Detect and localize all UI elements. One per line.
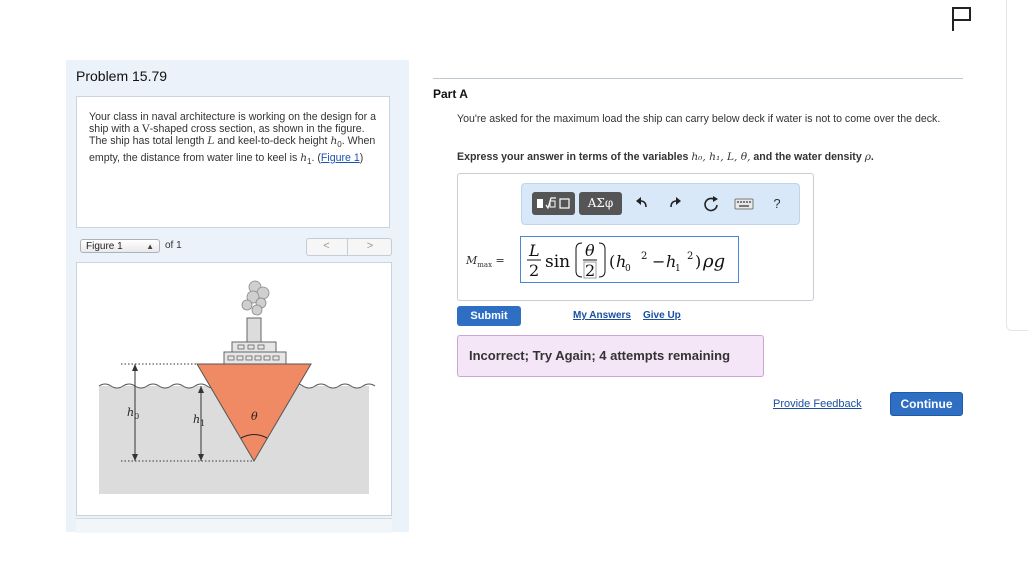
figure-link[interactable]: Figure 1 (321, 152, 360, 164)
instruction-text: Express your answer in terms of the vari… (457, 151, 874, 163)
feedback-message: Incorrect; Try Again; 4 attempts remaini… (457, 335, 764, 377)
select-arrows-icon: ▲ (146, 242, 154, 251)
figure-prev-button[interactable]: < (306, 238, 348, 256)
expr-rho-g: ρg (702, 251, 725, 272)
continue-button[interactable]: Continue (890, 392, 963, 416)
problem-statement: Your class in naval architecture is work… (76, 96, 390, 228)
figure-count: of 1 (165, 240, 182, 251)
answer-label-var: M (466, 254, 478, 267)
answer-label-eq: = (492, 254, 505, 267)
part-title: Part A (433, 87, 468, 101)
instruction-vars: h₀, h₁, L, θ, (691, 151, 751, 163)
h0-label-var: h (127, 406, 134, 419)
figure-footer (76, 518, 392, 533)
expr-h0-sub: 0 (625, 264, 631, 274)
help-button[interactable]: ? (766, 192, 788, 215)
expr-h1-sq: 2 (687, 251, 693, 262)
h1-label-sub: 1 (200, 419, 205, 428)
divider (433, 78, 963, 79)
templates-icon (537, 197, 570, 210)
h0-label-sub: 0 (134, 412, 139, 421)
expr-h0-sq: 2 (641, 251, 647, 262)
templates-button[interactable] (532, 192, 575, 215)
var-v: V (142, 123, 150, 136)
submit-button[interactable]: Submit (457, 306, 521, 326)
answer-label-sub: max (477, 261, 493, 270)
my-answers-link[interactable]: My Answers (573, 310, 631, 321)
figure-select-value: Figure 1 (86, 241, 123, 252)
answer-input[interactable]: L 2 sin θ 2 ( h 0 2 − h 1 2 ) ρg (520, 236, 739, 283)
instruction-prefix: Express your answer in terms of the vari… (457, 151, 692, 163)
scrollbar-track[interactable] (1006, 0, 1028, 331)
figure-canvas: θ h0 h1 (76, 262, 392, 516)
redo-icon[interactable] (664, 192, 686, 215)
expr-frac-num: L (528, 241, 540, 260)
expr-frac-den: 2 (529, 261, 539, 280)
expr-paren-open: ( (609, 252, 615, 271)
answer-label: Mmax = (466, 254, 505, 269)
expr-func: sin (545, 252, 570, 272)
ship-funnel (246, 317, 262, 343)
instruction-mid: and the water density (750, 151, 865, 163)
undo-icon[interactable] (631, 192, 653, 215)
statement-text: ) (359, 151, 364, 164)
h1-label-var: h (193, 413, 200, 426)
reset-icon[interactable] (700, 192, 722, 215)
ship-figure: θ h0 h1 (98, 280, 376, 494)
keyboard-icon[interactable] (733, 192, 755, 215)
symbols-button[interactable]: ΑΣφ (579, 192, 622, 215)
give-up-link[interactable]: Give Up (643, 310, 681, 321)
expr-paren-close: ) (695, 252, 701, 271)
var-h1: h (300, 151, 308, 164)
provide-feedback-link[interactable]: Provide Feedback (773, 398, 862, 410)
figure-next-button[interactable]: > (348, 238, 392, 256)
answer-expression: L 2 sin θ 2 ( h 0 2 − h 1 2 ) ρg (527, 241, 725, 280)
expr-theta-den: 2 (585, 261, 595, 280)
question-text: You're asked for the maximum load the sh… (457, 113, 941, 125)
expr-minus: − (652, 252, 665, 271)
expr-h1-sub: 1 (675, 264, 681, 274)
problem-title: Problem 15.79 (76, 68, 168, 84)
statement-text: . ( (311, 151, 321, 164)
flag-icon[interactable] (950, 5, 974, 33)
expr-theta: θ (585, 241, 595, 260)
smoke (241, 280, 270, 316)
instruction-end: . (870, 151, 874, 163)
statement-text: and keel-to-deck height (214, 135, 331, 148)
figure-select[interactable]: Figure 1 ▲ (80, 239, 160, 253)
theta-label: θ (251, 410, 258, 423)
